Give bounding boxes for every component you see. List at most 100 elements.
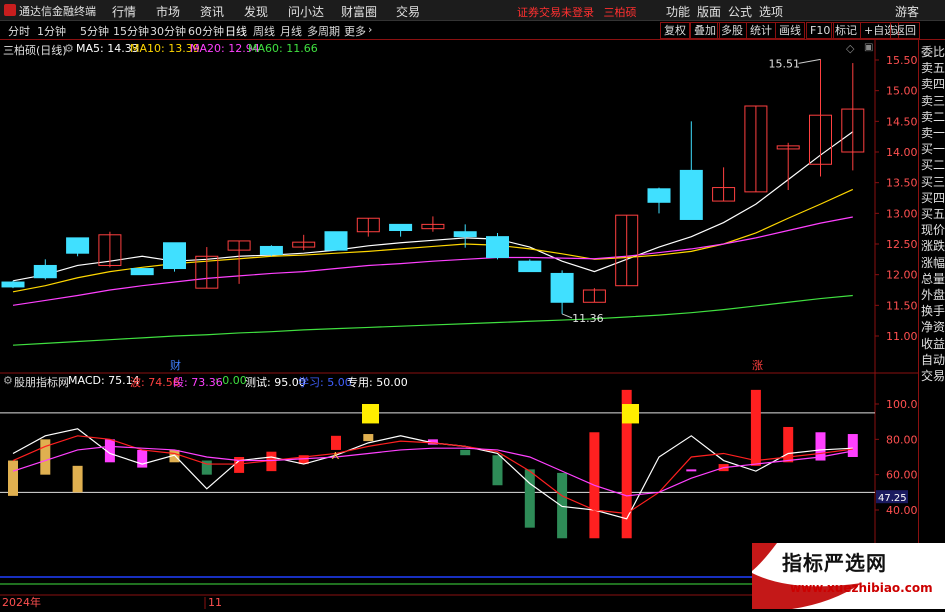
side-item-3[interactable]: 卖三 [921,94,945,108]
date-label-year: 2024年 [2,595,41,609]
indicator-bar [557,472,568,539]
ind-tick-label: 100.00 [886,398,918,411]
candle [615,214,639,287]
price-and-indicator-chart[interactable]: 15.50 15.00 14.50 14.00 13.50 13.00 12.50 12.00… [0,40,945,609]
yellow-signal-bar [622,404,639,424]
period-5min[interactable]: 5分钟 [80,23,109,39]
period-weekly[interactable]: 周线 [253,23,275,39]
collapse-icon[interactable]: ▣ [864,42,873,53]
side-item-10[interactable]: 买五 [921,208,945,221]
side-item-19[interactable]: 自动 [921,353,945,367]
side-item-12[interactable]: 涨跌 [921,240,945,253]
menu-jiaoyi[interactable]: 交易 [396,3,420,20]
indicator-settings-icon[interactable]: ⚙ [3,374,13,387]
period-daily[interactable]: 日线 [225,23,247,39]
period-more[interactable]: 更多 [344,23,366,39]
ind-tick-label: 40.00 [886,504,918,517]
trade-login-warning[interactable]: 证券交易未登录 三柏硕 [517,4,637,20]
overlay-button[interactable]: 叠加 [690,22,720,39]
side-item-8[interactable]: 买三 [921,175,945,189]
side-item-7[interactable]: 买二 [921,159,945,172]
indicator-name[interactable]: 股朋指标网 [14,374,69,390]
menu-banmian[interactable]: 版面 [697,3,721,20]
side-item-0[interactable]: 委比 [921,46,945,59]
settings-gear-icon[interactable]: ⚙ [64,42,74,55]
period-15min[interactable]: 15分钟 [113,23,149,39]
candle [679,121,703,220]
stock-title[interactable]: 三柏硕(日线) [3,42,67,58]
chart-area[interactable]: 15.50 15.00 14.50 14.00 13.50 13.00 12.50 12.00… [0,40,945,609]
menu-xuanxiang[interactable]: 选项 [759,3,783,20]
statistics-button[interactable]: 统计 [746,22,776,39]
candle [582,288,606,303]
candle [744,105,768,193]
side-item-17[interactable]: 净资 [921,321,945,334]
diamond-icon[interactable]: ◇ [846,42,854,55]
candle [809,59,832,177]
indicator-bar [363,434,374,442]
price-tick-label: 11.50 [886,299,918,312]
side-item-13[interactable]: 涨幅 [921,256,945,270]
menu-zixun[interactable]: 资讯 [200,3,224,20]
event-marker-zhang: 涨 [752,359,763,372]
side-item-4[interactable]: 卖二 [921,110,945,124]
date-label-month: 11 [208,596,222,609]
ind-tick-label: 80.00 [886,433,918,446]
menu-wenxiaoda[interactable]: 问小达 [288,3,324,20]
side-item-16[interactable]: 换手 [921,305,945,318]
candle [195,247,219,289]
side-item-9[interactable]: 买四 [921,191,945,205]
period-30min[interactable]: 30分钟 [150,23,186,39]
indicator-bar [460,449,471,456]
multi-stock-button[interactable]: 多股 [717,22,747,39]
side-item-5[interactable]: 卖一 [921,127,945,140]
candle [356,217,380,237]
menu-shichang[interactable]: 市场 [156,3,180,20]
candle [421,216,445,232]
candle [163,242,186,272]
signal-arrow-icon: ⋏ [331,448,340,462]
indicator-bar [492,455,503,486]
period-toolbar: 分时 1分钟 5分钟 15分钟 30分钟 60分钟 日线 周线 月线 多周期 更… [0,21,945,40]
side-item-20[interactable]: 交易 [921,370,945,383]
period-multi[interactable]: 多周期 [307,23,340,39]
menu-faxian[interactable]: 发现 [244,3,268,20]
period-1min[interactable]: 1分钟 [37,23,66,39]
candle [486,232,509,260]
app-logo-icon [4,4,16,16]
side-item-15[interactable]: 外盘 [921,289,945,302]
side-item-2[interactable]: 卖四 [921,78,945,91]
quote-side-panel: 委比卖五卖四卖三卖二卖一买一买二买三买四买五现价涨跌涨幅总量外盘换手净资收益自动… [918,40,945,609]
period-monthly[interactable]: 月线 [280,23,302,39]
price-tick-label: 12.00 [886,269,918,282]
side-item-18[interactable]: 收益 [921,337,945,351]
low-annotation-line [561,313,573,319]
candle [227,240,251,284]
indicator-bar [524,469,535,528]
side-item-14[interactable]: 总量 [921,272,945,286]
draw-line-button[interactable]: 画线 [775,22,805,39]
menu-hangqing[interactable]: 行情 [112,3,136,20]
menu-caifuquan[interactable]: 财富圈 [341,3,377,20]
ma60-label: MA60: 11.66 [248,42,318,55]
menu-gongneng[interactable]: 功能 [666,3,690,20]
price-tick-label: 14.00 [886,146,918,159]
side-item-6[interactable]: 买一 [921,143,945,156]
chevron-right-icon[interactable]: › [368,23,372,36]
side-item-11[interactable]: 现价 [921,224,945,237]
fuquan-button[interactable]: 复权 [660,22,690,39]
menu-gongshi[interactable]: 公式 [728,3,752,20]
indicator-bar [847,434,858,457]
period-60min[interactable]: 60分钟 [188,23,224,39]
back-button[interactable]: 返回 [890,22,920,39]
side-item-1[interactable]: 卖五 [921,62,945,75]
mark-button[interactable]: 标记 [831,22,861,39]
period-fenshi[interactable]: 分时 [8,23,30,39]
ind-value-tag: 47.25 [878,493,907,504]
ma60-line [12,294,853,346]
ind-tick-label: 60.00 [886,469,918,482]
candle-body [389,223,413,232]
candle [66,237,90,257]
menu-youke[interactable]: 游客 [895,3,919,20]
indicator-bar [137,449,148,468]
